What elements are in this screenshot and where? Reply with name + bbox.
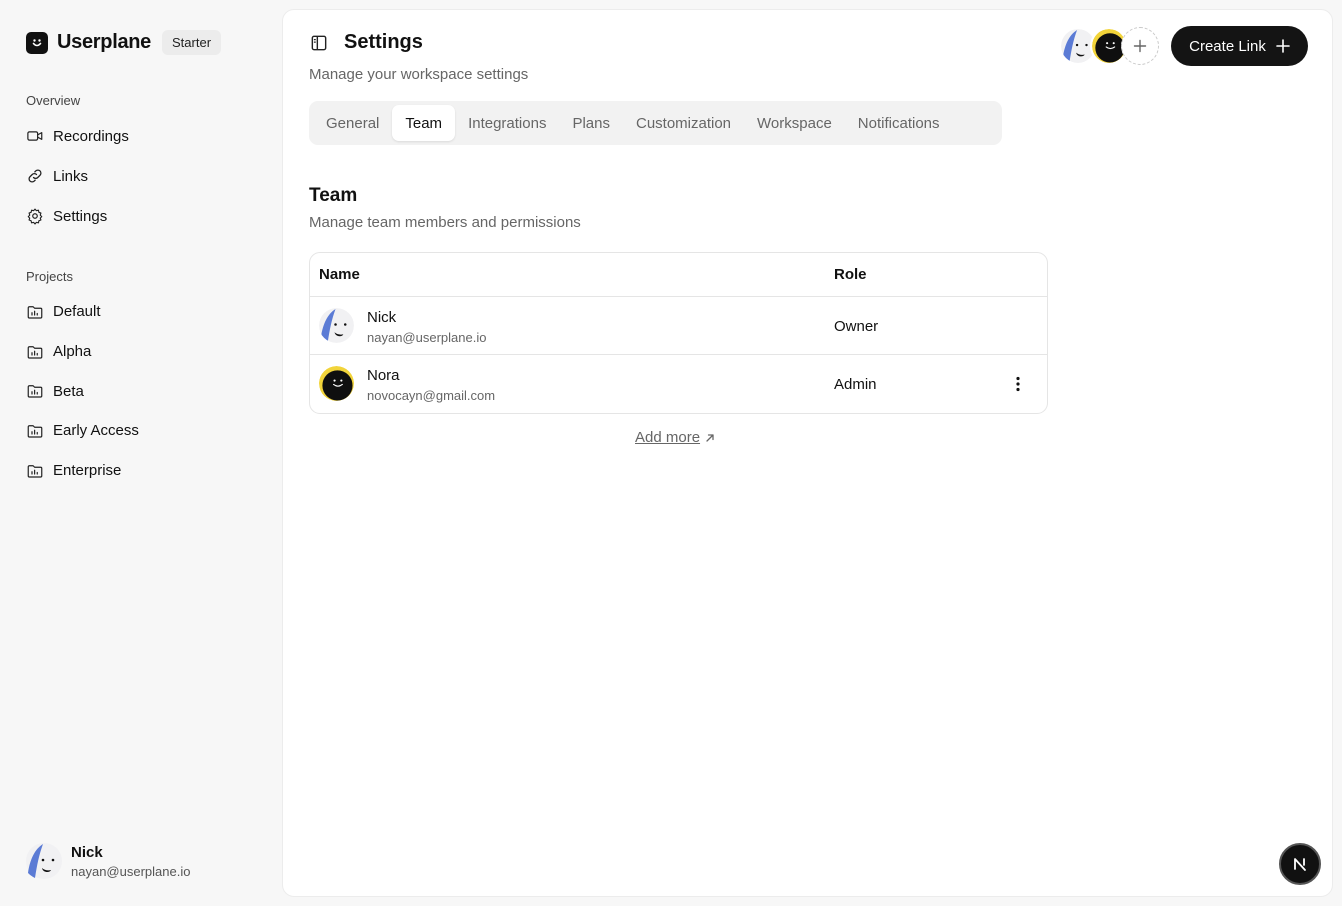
sidebar: Userplane Starter Overview Recordings Li…	[0, 0, 282, 906]
settings-tabs: General Team Integrations Plans Customiz…	[309, 101, 1002, 145]
sidebar-item-label: Recordings	[53, 127, 129, 145]
gear-icon	[27, 208, 43, 225]
nextjs-dev-button[interactable]	[1279, 843, 1321, 885]
tab-general[interactable]: General	[313, 105, 392, 141]
sidebar-item-label: Default	[53, 303, 101, 321]
sidebar-item-recordings[interactable]: Recordings	[26, 116, 266, 156]
sidebar-toggle-icon[interactable]	[309, 33, 329, 53]
table-header: Name Role	[310, 253, 1047, 297]
sidebar-item-beta[interactable]: Beta	[26, 371, 266, 411]
avatar	[26, 843, 62, 879]
sidebar-item-label: Links	[53, 167, 89, 185]
team-table: Name Role Nick nayan@userplane.io Owner …	[309, 252, 1048, 414]
tab-notifications[interactable]: Notifications	[845, 105, 953, 141]
sidebar-item-alpha[interactable]: Alpha	[26, 332, 266, 372]
sidebar-item-links[interactable]: Links	[26, 156, 266, 196]
sidebar-item-label: Early Access	[53, 422, 139, 440]
tab-customization[interactable]: Customization	[623, 105, 744, 141]
plus-icon	[1133, 39, 1147, 53]
add-more-link[interactable]: Add more	[635, 429, 716, 446]
folder-chart-icon	[26, 422, 44, 440]
sidebar-item-label: Alpha	[53, 343, 92, 361]
video-icon	[27, 131, 43, 141]
nextjs-logo-icon	[1294, 858, 1306, 871]
folder-chart-icon	[26, 382, 44, 400]
tab-team[interactable]: Team	[392, 105, 456, 141]
more-vertical-icon[interactable]	[1008, 374, 1028, 394]
plan-badge: Starter	[162, 30, 222, 55]
brand[interactable]: Userplane Starter	[26, 30, 222, 55]
add-more-label: Add more	[635, 429, 701, 446]
member-email: novocayn@gmail.com	[367, 388, 496, 403]
member-name: Nora	[367, 367, 400, 384]
overview-section-label: Overview	[26, 93, 81, 108]
overview-nav: Recordings Links Settings	[26, 116, 266, 236]
sidebar-item-label: Settings	[53, 207, 108, 225]
plus-icon	[1276, 39, 1290, 53]
sidebar-item-default[interactable]: Default	[26, 292, 266, 332]
member-role: Owner	[834, 318, 879, 335]
projects-nav: Default Alpha Beta Early Access Enterpri…	[26, 292, 266, 490]
table-row[interactable]: Nora novocayn@gmail.com Admin	[310, 355, 1047, 413]
table-row[interactable]: Nick nayan@userplane.io Owner	[310, 297, 1047, 355]
create-link-label: Create Link	[1189, 37, 1266, 55]
create-link-button[interactable]: Create Link	[1171, 26, 1308, 66]
member-role: Admin	[834, 376, 877, 393]
section-subtitle: Manage team members and permissions	[309, 214, 581, 231]
column-header-name: Name	[319, 266, 360, 283]
folder-chart-icon	[26, 462, 44, 480]
tab-workspace[interactable]: Workspace	[744, 105, 845, 141]
add-member-button[interactable]	[1121, 27, 1159, 65]
sidebar-item-settings[interactable]: Settings	[26, 196, 266, 236]
folder-chart-icon	[26, 343, 44, 361]
userplane-logo-icon	[26, 31, 48, 54]
arrow-up-right-icon	[706, 433, 714, 442]
main-panel: Settings Manage your workspace settings …	[282, 9, 1333, 897]
column-header-role: Role	[834, 266, 867, 283]
sidebar-item-early-access[interactable]: Early Access	[26, 411, 266, 451]
brand-name: Userplane	[57, 31, 152, 53]
projects-section-label: Projects	[26, 269, 73, 284]
link-icon	[28, 169, 42, 183]
tab-integrations[interactable]: Integrations	[455, 105, 559, 141]
sidebar-item-enterprise[interactable]: Enterprise	[26, 451, 266, 491]
avatar	[319, 366, 354, 401]
section-title: Team	[309, 185, 358, 206]
tab-plans[interactable]: Plans	[559, 105, 623, 141]
user-email: nayan@userplane.io	[71, 863, 191, 879]
current-user-card[interactable]: Nick nayan@userplane.io	[26, 843, 190, 879]
member-name: Nick	[367, 309, 397, 326]
member-email: nayan@userplane.io	[367, 330, 487, 345]
team-avatar-stack[interactable]	[1059, 27, 1159, 65]
avatar	[319, 308, 354, 343]
page-title: Settings	[344, 31, 423, 53]
page-subtitle: Manage your workspace settings	[309, 66, 529, 83]
sidebar-item-label: Beta	[53, 382, 84, 400]
sidebar-item-label: Enterprise	[53, 462, 122, 480]
folder-chart-icon	[26, 303, 44, 321]
user-name: Nick	[71, 843, 103, 861]
